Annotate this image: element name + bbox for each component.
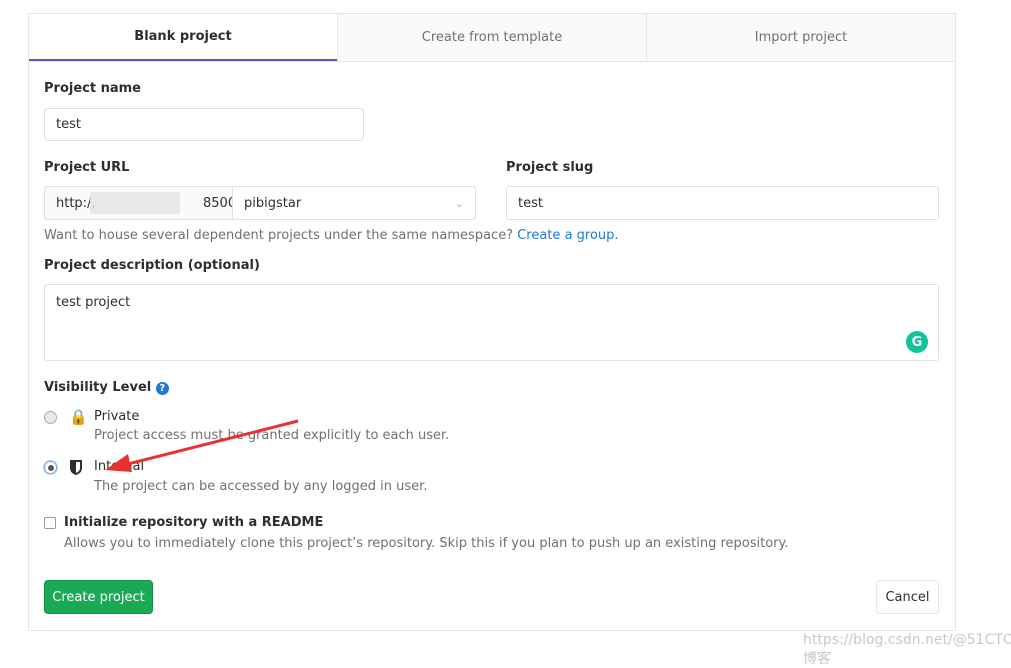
blur-redaction (90, 192, 180, 214)
radio-internal[interactable] (44, 461, 57, 474)
namespace-value: pibigstar (244, 195, 302, 211)
visibility-label: Visibility Level ? (44, 380, 169, 395)
description-textarea[interactable]: test project (44, 284, 939, 361)
visibility-label-text: Visibility Level (44, 380, 152, 395)
create-group-link[interactable]: Create a group. (517, 228, 618, 243)
tab-blank-project[interactable]: Blank project (29, 14, 337, 61)
internal-description: The project can be accessed by any logge… (94, 479, 428, 494)
annotation-arrow (105, 419, 299, 472)
project-url-label: Project URL (44, 160, 130, 175)
tab-import-project[interactable]: Import project (646, 14, 955, 61)
lock-icon: 🔒 (69, 408, 88, 426)
tab-create-from-template[interactable]: Create from template (337, 14, 646, 61)
namespace-select[interactable]: pibigstar ⌄ (232, 186, 476, 220)
description-label: Project description (optional) (44, 258, 260, 273)
cancel-button[interactable]: Cancel (876, 580, 939, 614)
project-slug-input[interactable]: test (506, 186, 939, 220)
project-name-input[interactable]: test (44, 108, 364, 141)
namespace-hint-text: Want to house several dependent projects… (44, 228, 514, 243)
shield-icon (70, 460, 82, 475)
project-name-label: Project name (44, 81, 141, 96)
namespace-hint: Want to house several dependent projects… (44, 228, 619, 243)
tab-bar: Blank project Create from template Impor… (29, 14, 955, 62)
watermark: https://blog.csdn.net/@51CTO博客 (803, 632, 1011, 667)
readme-checkbox[interactable] (44, 517, 56, 529)
help-icon[interactable]: ? (155, 382, 169, 395)
radio-private[interactable] (44, 411, 57, 424)
readme-label: Initialize repository with a README (64, 515, 324, 530)
create-project-button[interactable]: Create project (44, 580, 153, 614)
project-slug-label: Project slug (506, 160, 594, 175)
grammarly-icon[interactable]: G (906, 331, 928, 353)
chevron-down-icon: ⌄ (454, 196, 464, 210)
readme-description: Allows you to immediately clone this pro… (64, 536, 789, 551)
